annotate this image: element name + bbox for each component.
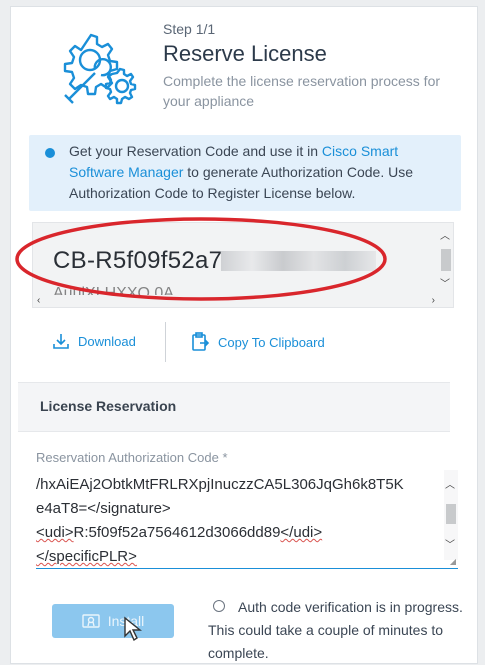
highlight-ellipse xyxy=(15,217,387,301)
copy-to-clipboard-button[interactable]: Copy To Clipboard xyxy=(190,332,325,352)
auth-code-textarea[interactable]: /hxAiEAj2ObtkMtFRLRXpjInuczzCA5L306JqGh6… xyxy=(36,470,458,569)
download-label: Download xyxy=(78,333,136,349)
download-icon xyxy=(53,334,69,349)
license-reservation-section-header: License Reservation xyxy=(18,382,450,432)
copy-label: Copy To Clipboard xyxy=(218,334,325,350)
auth-code-label: Reservation Authorization Code * xyxy=(36,450,228,465)
code-actions: Download Copy To Clipboard xyxy=(0,322,466,372)
auth-code-scrollbar[interactable]: ︿ ﹀ xyxy=(444,470,458,560)
header: Step 1/1 Reserve License Complete the li… xyxy=(11,7,477,127)
step-indicator: Step 1/1 xyxy=(163,21,216,37)
scroll-up-icon[interactable]: ︿ xyxy=(440,227,450,242)
info-icon xyxy=(45,148,55,158)
install-button[interactable]: Install xyxy=(52,604,174,638)
code-scroll-thumb[interactable] xyxy=(441,249,451,271)
specific-plr-close-tag: </specificPLR> xyxy=(36,548,137,565)
auth-code-line-2: e4aT8=</signature> xyxy=(36,500,171,517)
verification-status-text: Auth code verification is in progress. T… xyxy=(208,599,463,661)
auth-scroll-up-icon[interactable]: ︿ xyxy=(445,476,455,491)
install-icon xyxy=(82,614,100,628)
auth-code-line-4: </specificPLR> xyxy=(36,548,137,565)
clipboard-icon xyxy=(192,332,210,351)
section-title: License Reservation xyxy=(40,398,177,414)
scroll-right-icon[interactable]: › xyxy=(432,295,435,306)
gear-wrench-icon xyxy=(47,31,147,111)
mouse-pointer-icon xyxy=(124,616,142,642)
auth-code-line-3: <udi>R:5f09f52a7564612d3066dd89</udi> xyxy=(36,524,322,541)
scroll-down-icon[interactable]: ﹀ xyxy=(440,275,450,290)
info-banner: Get your Reservation Code and use it in … xyxy=(29,135,461,211)
udi-value: R:5f09f52a7564612d3066dd89 xyxy=(73,524,281,541)
info-text-before: Get your Reservation Code and use it in xyxy=(69,143,322,159)
action-divider xyxy=(165,322,166,362)
download-button[interactable]: Download xyxy=(52,332,136,350)
auth-scroll-down-icon[interactable]: ﹀ xyxy=(445,536,455,551)
page-subtitle: Complete the license reservation process… xyxy=(163,73,441,109)
info-text: Get your Reservation Code and use it in … xyxy=(69,141,454,204)
resize-handle-icon[interactable]: ◢ xyxy=(450,557,456,566)
udi-open-tag: <udi> xyxy=(36,524,74,541)
udi-close-tag: </udi> xyxy=(280,524,323,541)
auth-code-line-1: /hxAiEAj2ObtkMtFRLRXpjInuczzCA5L306JqGh6… xyxy=(36,476,404,493)
auth-code-scroll-thumb[interactable] xyxy=(446,504,456,524)
code-vertical-scrollbar[interactable]: ︿ ﹀ xyxy=(439,223,453,293)
page-title: Reserve License xyxy=(163,41,327,66)
